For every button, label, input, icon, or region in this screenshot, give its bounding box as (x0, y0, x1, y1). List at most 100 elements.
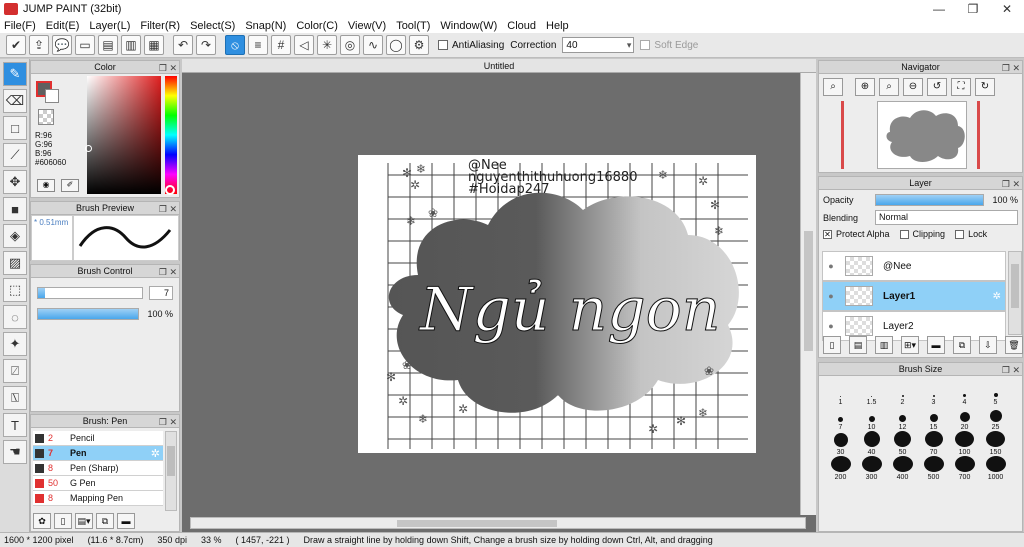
comment-icon[interactable]: 💬 (52, 35, 72, 55)
brush-materials-icon[interactable]: ✿ (33, 513, 51, 529)
menu-help[interactable]: Help (546, 20, 569, 32)
brush-item-g-pen[interactable]: 50 G Pen (33, 476, 163, 491)
antialiasing-checkbox[interactable] (438, 40, 448, 50)
lasso-tool-icon[interactable]: ◌ (3, 305, 27, 329)
brush-size-option[interactable]: 700 (949, 456, 980, 481)
panel-close-icon[interactable]: ❐ ✕ (1002, 62, 1020, 75)
brush-size-option[interactable]: 100 (949, 431, 980, 456)
brush-list-scrollbar[interactable] (165, 431, 177, 511)
background-color-swatch[interactable] (45, 89, 59, 103)
sheet-icon[interactable]: ▥ (121, 35, 141, 55)
rotate-right-icon[interactable]: ↻ (975, 78, 995, 96)
minimize-button[interactable]: — (922, 2, 956, 16)
snap-curve-icon[interactable]: ∿ (363, 35, 383, 55)
brush-item-pencil[interactable]: 2 Pencil (33, 431, 163, 446)
canvas-tab[interactable]: Untitled (182, 59, 816, 73)
sv-picker-handle[interactable] (85, 145, 92, 152)
rotate-left-icon[interactable]: ↺ (927, 78, 947, 96)
hue-slider[interactable] (165, 76, 177, 194)
protect-alpha-checkbox[interactable]: ✕ Protect Alpha (823, 229, 890, 239)
undo-icon[interactable]: ↶ (173, 35, 193, 55)
color-history-icon[interactable]: ◉ (37, 179, 55, 192)
merge-layer-icon[interactable]: ⇩ (979, 336, 997, 354)
fill-rect-tool-icon[interactable]: ■ (3, 197, 27, 221)
visibility-icon[interactable]: ● (823, 291, 839, 301)
panel-close-icon[interactable]: ❐ ✕ (1002, 364, 1020, 377)
brush-size-slider[interactable] (37, 287, 143, 299)
navigator-preview[interactable] (877, 101, 967, 169)
layer-row-nee[interactable]: ● @Nee (822, 251, 1006, 281)
brush-size-option[interactable]: 40 (856, 431, 887, 456)
close-button[interactable]: ✕ (990, 2, 1024, 16)
brush-item-pen-sharp[interactable]: 8 Pen (Sharp) (33, 461, 163, 476)
transparent-color-swatch[interactable] (38, 109, 54, 125)
brush-opacity-slider[interactable] (37, 308, 139, 320)
zoom-in-icon[interactable]: ⊕ (855, 78, 875, 96)
menu-filter[interactable]: Filter(R) (140, 20, 180, 32)
brush-size-value[interactable]: 7 (149, 286, 173, 300)
brush-menu-icon[interactable]: ▤▾ (75, 513, 93, 529)
clipping-checkbox[interactable]: Clipping (899, 229, 945, 239)
saturation-value-picker[interactable] (87, 76, 161, 194)
monitor-icon[interactable]: ▭ (75, 35, 95, 55)
document-canvas[interactable]: ✻ ❄ ✲ ❀ ❄ ✻ ❀ ✲ ❄ ✲ ❄ ✲ ✻ ❄ ✲ ✻ ❄ ❀ @Nee nguyenthith… (358, 155, 756, 453)
add-layer-menu-icon[interactable]: ⊞▾ (901, 336, 919, 354)
brush-size-option[interactable]: 500 (918, 456, 949, 481)
color-picker-icon[interactable]: ✐ (61, 179, 79, 192)
layer-row-layer1[interactable]: ● Layer1 ✲ (822, 281, 1006, 311)
move-tool-icon[interactable]: ✥ (3, 170, 27, 194)
brush-size-option[interactable]: 300 (856, 456, 887, 481)
new-brush-icon[interactable]: ▯ (54, 513, 72, 529)
shape-tool-icon[interactable]: □ (3, 116, 27, 140)
soft-edge-checkbox[interactable] (640, 40, 651, 50)
layer-folder-icon[interactable]: ▬ (927, 336, 945, 354)
brush-item-mapping-pen[interactable]: 8 Mapping Pen (33, 491, 163, 506)
brush-size-option[interactable]: 1 (825, 381, 856, 406)
blending-select[interactable]: Normal (875, 210, 1018, 225)
delete-layer-icon[interactable]: 🗑 (1005, 336, 1023, 354)
brush-size-option[interactable]: 1.5 (856, 381, 887, 406)
snap-settings-icon[interactable]: ⚙ (409, 35, 429, 55)
correction-select[interactable]: 40 (562, 37, 635, 53)
brush-folder-icon[interactable]: ▬ (117, 513, 135, 529)
snap-parallel-icon[interactable]: ≡ (248, 35, 268, 55)
brush-size-option[interactable]: 4 (949, 381, 980, 406)
menu-view[interactable]: View(V) (348, 20, 386, 32)
panel-close-icon[interactable]: ❐ ✕ (159, 416, 177, 429)
brush-size-option[interactable]: 400 (887, 456, 918, 481)
snap-grid-icon[interactable]: # (271, 35, 291, 55)
layer-settings-icon[interactable]: ✲ (993, 291, 1001, 302)
zoom-actual-icon[interactable]: ⌕ (879, 78, 899, 96)
gradient-tool-icon[interactable]: ▨ (3, 251, 27, 275)
snap-perspective-icon[interactable]: ◁ (294, 35, 314, 55)
zoom-fit-icon[interactable]: ⌕ (823, 78, 843, 96)
hue-slider-handle[interactable] (165, 185, 175, 195)
brush-size-option[interactable]: 10 (856, 406, 887, 431)
brush-size-option[interactable]: 15 (918, 406, 949, 431)
new-layer-icon[interactable]: ▯ (823, 336, 841, 354)
menu-tool[interactable]: Tool(T) (396, 20, 430, 32)
export-icon[interactable]: ⇪ (29, 35, 49, 55)
select-pen-tool-icon[interactable]: ⍁ (3, 359, 27, 383)
menu-layer[interactable]: Layer(L) (89, 20, 130, 32)
grid-settings-icon[interactable]: ▦ (144, 35, 164, 55)
panel-close-icon[interactable]: ❐ ✕ (159, 62, 177, 75)
layer-opacity-slider[interactable] (875, 194, 984, 206)
brush-size-option[interactable]: 20 (949, 406, 980, 431)
brush-size-option[interactable]: 150 (980, 431, 1011, 456)
menu-file[interactable]: File(F) (4, 20, 36, 32)
brush-size-option[interactable]: 1000 (980, 456, 1011, 481)
brush-size-option[interactable]: 30 (825, 431, 856, 456)
menu-window[interactable]: Window(W) (440, 20, 497, 32)
brush-size-option[interactable]: 25 (980, 406, 1011, 431)
new-layer-1bit-icon[interactable]: ▥ (875, 336, 893, 354)
pen-tool-icon[interactable]: ✎ (3, 62, 27, 86)
panel-close-icon[interactable]: ❐ ✕ (1002, 178, 1020, 191)
magic-wand-tool-icon[interactable]: ✦ (3, 332, 27, 356)
duplicate-layer-icon[interactable]: ⧉ (953, 336, 971, 354)
layer-list-scrollbar[interactable] (1008, 251, 1022, 335)
page-icon[interactable]: ▤ (98, 35, 118, 55)
redo-icon[interactable]: ↷ (196, 35, 216, 55)
brush-size-option[interactable]: 50 (887, 431, 918, 456)
menu-cloud[interactable]: Cloud (507, 20, 536, 32)
